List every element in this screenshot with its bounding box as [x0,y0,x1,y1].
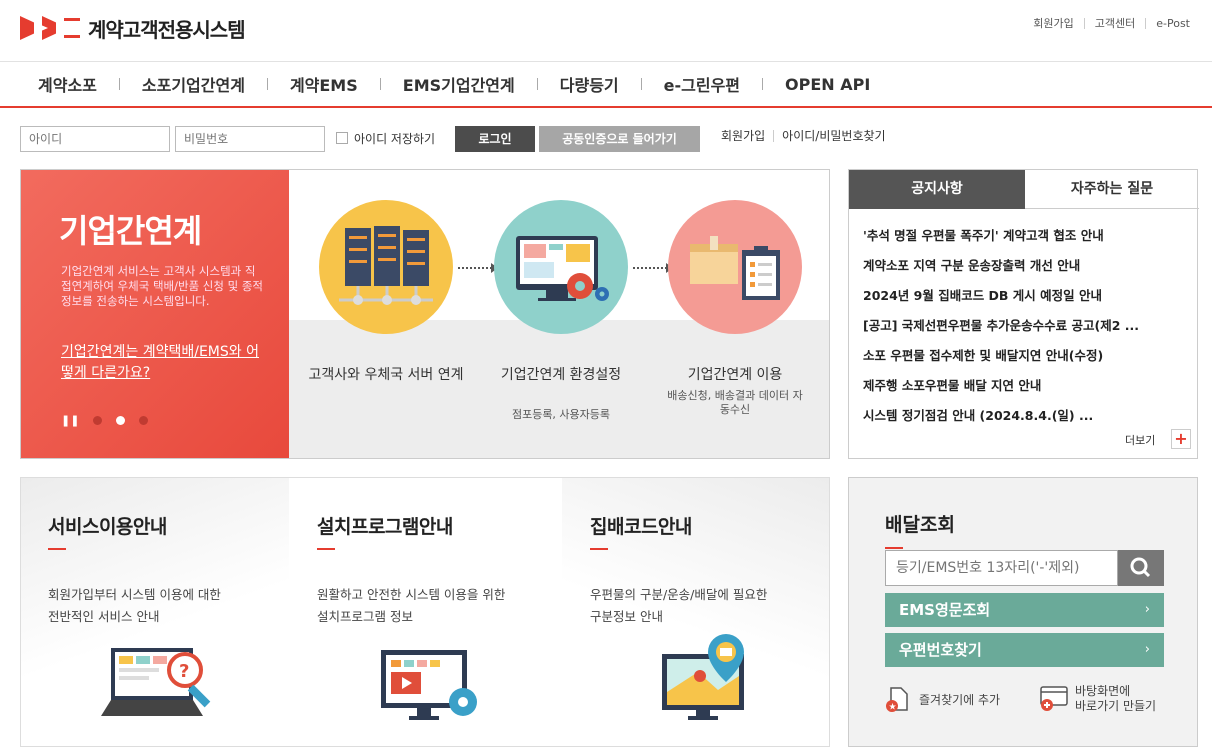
title-accent [48,548,66,550]
promo-banner: 기업간연계 기업간연계 서비스는 고객사 시스템과 직접연계하여 우체국 택배/… [20,169,830,459]
title-accent [317,548,335,550]
bookmark-label: 즐겨찾기에 추가 [919,692,1001,707]
save-id-label: 아이디 저장하기 [354,132,436,146]
nav-ems-b2b[interactable]: EMS기업간연계 [381,72,537,96]
logo-icon [20,16,80,40]
delivery-tracking-panel: 배달조회 EMS영문조회 › 우편번호찾기 › ★ 즐겨찾기에 추가 바탕화면에 [848,477,1198,747]
notice-list: '추석 명절 우편물 폭주기' 계약고객 협조 안내 계약소포 지역 구분 운송… [863,225,1188,435]
shortcut-label-line2: 바로가기 만들기 [1075,699,1157,713]
svg-text:★: ★ [889,703,897,713]
server-illustration-icon [319,200,453,334]
desktop-shortcut-link[interactable]: 바탕화면에 바로가기 만들기 [1039,684,1156,714]
tab-notice[interactable]: 공지사항 [849,170,1025,209]
save-id-checkbox[interactable] [336,132,348,144]
nav-bulk-registered[interactable]: 다량등기 [538,72,641,96]
step-2-sub: 점포등록, 사용자등록 [511,408,611,421]
slide-dot[interactable] [139,416,149,425]
card-desc-line2: 설치프로그램 정보 [317,609,413,624]
login-button[interactable]: 로그인 [455,126,535,152]
password-input[interactable] [175,126,325,152]
nav-parcel-b2b[interactable]: 소포기업간연계 [120,72,267,96]
chevron-right-icon: › [1144,602,1150,617]
notice-item[interactable]: 시스템 정기점검 안내 (2024.8.4.(일) ... [863,405,1188,435]
tab-faq[interactable]: 자주하는 질문 [1025,170,1199,209]
top-utility-links: 회원가입 고객센터 e-Post [1023,18,1200,29]
top-link-epost[interactable]: e-Post [1145,18,1200,29]
step-2-label: 기업간연계 환경설정 [500,367,622,383]
card-desc-line2: 구분정보 안내 [590,609,663,624]
add-bookmark-link[interactable]: ★ 즐겨찾기에 추가 [885,686,1000,714]
chevron-right-icon: › [1144,642,1150,657]
flow-arrow [458,263,498,273]
banner-description: 기업간연계 서비스는 고객사 시스템과 직접연계하여 우체국 택배/반품 신청 … [61,264,264,308]
shortcut-label-line1: 바탕화면에 [1075,684,1131,698]
nav-contract-parcel[interactable]: 계약소포 [38,72,119,96]
zip-code-search-button[interactable]: 우편번호찾기 › [885,633,1164,667]
flow-arrow [633,263,673,273]
map-location-icon [662,634,744,720]
top-link-customer-center[interactable]: 고객센터 [1083,18,1145,29]
delivery-title: 배달조회 [885,514,955,536]
title-accent [590,548,608,550]
notice-panel: 공지사항 자주하는 질문 '추석 명절 우편물 폭주기' 계약고객 협조 안내 … [848,169,1199,459]
svg-text:?: ? [179,661,189,682]
step-3-sub: 배송신청, 배송결과 데이터 자동수신 [667,389,803,416]
nav-underline [0,106,1212,108]
logo-text: 계약고객전용시스템 [88,17,246,42]
step-3-label: 기업간연계 이용 [687,367,783,383]
monitor-install-icon [381,650,477,720]
bookmark-icon: ★ [886,687,908,713]
site-logo[interactable]: 계약고객전용시스템 [20,12,246,44]
banner-controls: ❚❚ [61,415,149,426]
cert-login-button[interactable]: 공동인증으로 들어가기 [539,126,700,152]
ems-english-search-button[interactable]: EMS영문조회 › [885,593,1164,627]
banner-compare-link[interactable]: 기업간연계는 계약택배/EMS와 어떻게 다른가요? [61,342,261,384]
card-title: 집배코드안내 [590,516,692,538]
card-service-guide[interactable]: 서비스이용안내 회원가입부터 시스템 이용에 대한 전반적인 서비스 안내 ? [21,478,289,746]
login-links: 회원가입 아이디/비밀번호찾기 [721,130,894,142]
more-label[interactable]: 더보기 [1125,432,1155,448]
notice-item[interactable]: 계약소포 지역 구분 운송장출력 개선 안내 [863,255,1188,285]
card-desc-line1: 우편물의 구분/운송/배달에 필요한 [590,587,768,602]
card-title: 설치프로그램안내 [317,516,453,538]
card-desc-line1: 회원가입부터 시스템 이용에 대한 [48,587,221,602]
top-link-join[interactable]: 회원가입 [1023,18,1083,29]
join-link[interactable]: 회원가입 [721,130,773,142]
card-zip-code-guide[interactable]: 집배코드안내 우편물의 구분/운송/배달에 필요한 구분정보 안내 [562,478,829,746]
nav-e-green-mail[interactable]: e-그린우편 [642,72,762,96]
laptop-help-icon: ? [101,648,211,716]
id-input[interactable] [20,126,170,152]
find-id-password-link[interactable]: 아이디/비밀번호찾기 [773,130,893,142]
card-install-guide[interactable]: 설치프로그램안내 원활하고 안전한 시스템 이용을 위한 설치프로그램 정보 [289,478,562,746]
desktop-shortcut-icon [1040,686,1068,711]
notice-item[interactable]: '추석 명절 우편물 폭주기' 계약고객 협조 안내 [863,225,1188,255]
notice-item[interactable]: 제주행 소포우편물 배달 지연 안내 [863,375,1188,405]
slide-dot-active[interactable] [116,416,126,425]
search-button[interactable] [1118,550,1164,586]
step-1-label: 고객사와 우체국 서버 연계 [308,367,464,383]
button-label: 우편번호찾기 [899,641,982,659]
card-title: 서비스이용안내 [48,516,167,538]
banner-title: 기업간연계 [59,212,202,250]
title-accent [885,547,903,549]
card-desc-line2: 전반적인 서비스 안내 [48,609,160,624]
nav-open-api[interactable]: OPEN API [763,75,892,94]
divider [0,61,1212,62]
guide-cards: 서비스이용안내 회원가입부터 시스템 이용에 대한 전반적인 서비스 안내 ? … [20,477,830,747]
slide-dot[interactable] [93,416,103,425]
delivery-illustration-icon [668,200,802,334]
nav-contract-ems[interactable]: 계약EMS [268,72,380,96]
card-desc-line1: 원활하고 안전한 시스템 이용을 위한 [317,587,506,602]
button-label: EMS영문조회 [899,601,991,619]
notice-item[interactable]: [공고] 국제선편우편물 추가운송수수료 공고(제2 ... [863,315,1188,345]
settings-illustration-icon [494,200,628,334]
more-plus-button[interactable]: + [1171,429,1191,449]
notice-item[interactable]: 2024년 9월 집배코드 DB 게시 예정일 안내 [863,285,1188,315]
main-navigation: 계약소포 소포기업간연계 계약EMS EMS기업간연계 다량등기 e-그린우편 … [38,72,892,96]
pause-icon[interactable]: ❚❚ [61,415,79,426]
search-icon [1130,557,1151,578]
tracking-number-input[interactable] [885,550,1118,586]
notice-item[interactable]: 소포 우편물 접수제한 및 배달지연 안내(수정) [863,345,1188,375]
